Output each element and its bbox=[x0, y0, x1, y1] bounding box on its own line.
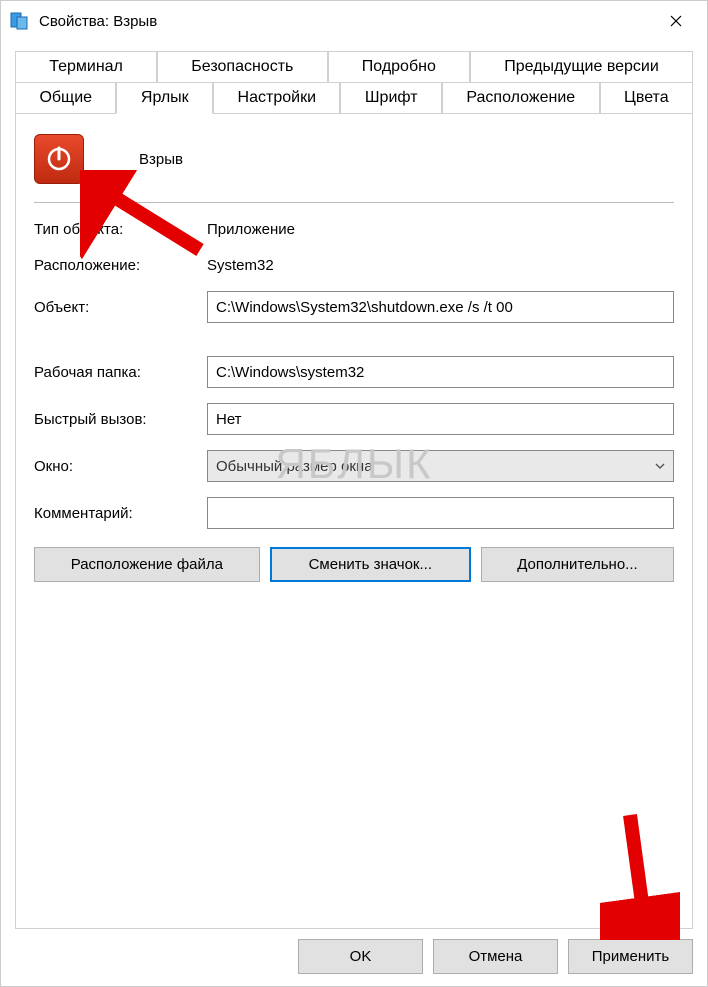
tab-terminal[interactable]: Терминал bbox=[15, 51, 157, 83]
target-input[interactable] bbox=[207, 291, 674, 323]
change-icon-button[interactable]: Сменить значок... bbox=[270, 547, 471, 582]
location-label: Расположение: bbox=[34, 257, 199, 274]
tab-strip: Терминал Безопасность Подробно Предыдущи… bbox=[15, 51, 693, 113]
run-select-value: Обычный размер окна bbox=[216, 458, 373, 475]
advanced-button[interactable]: Дополнительно... bbox=[481, 547, 674, 582]
target-label: Объект: bbox=[34, 299, 199, 316]
tab-previous-versions[interactable]: Предыдущие версии bbox=[470, 51, 693, 83]
tab-layout[interactable]: Расположение bbox=[442, 82, 600, 114]
content-area: Терминал Безопасность Подробно Предыдущи… bbox=[1, 41, 707, 986]
power-icon bbox=[44, 144, 74, 174]
titlebar: Свойства: Взрыв bbox=[1, 1, 707, 41]
workdir-input[interactable] bbox=[207, 356, 674, 388]
tab-details[interactable]: Подробно bbox=[328, 51, 470, 83]
hotkey-label: Быстрый вызов: bbox=[34, 411, 199, 428]
run-select[interactable]: Обычный размер окна bbox=[207, 450, 674, 482]
tab-font[interactable]: Шрифт bbox=[340, 82, 442, 114]
properties-window: Свойства: Взрыв Терминал Безопасность По… bbox=[0, 0, 708, 987]
hotkey-input[interactable] bbox=[207, 403, 674, 435]
shortcut-name: Взрыв bbox=[139, 151, 183, 168]
tab-panel-shortcut: Взрыв Тип объекта: Приложение Расположен… bbox=[15, 113, 693, 929]
app-icon bbox=[9, 11, 29, 31]
location-value: System32 bbox=[207, 255, 274, 276]
tab-security[interactable]: Безопасность bbox=[157, 51, 327, 83]
close-icon bbox=[670, 15, 682, 27]
apply-button[interactable]: Применить bbox=[568, 939, 693, 974]
dialog-buttons: OK Отмена Применить bbox=[15, 939, 693, 974]
comment-input[interactable] bbox=[207, 497, 674, 529]
run-label: Окно: bbox=[34, 458, 199, 475]
chevron-down-icon bbox=[655, 463, 665, 469]
type-label: Тип объекта: bbox=[34, 221, 199, 238]
open-location-button[interactable]: Расположение файла bbox=[34, 547, 260, 582]
shortcut-icon bbox=[34, 134, 84, 184]
window-title: Свойства: Взрыв bbox=[39, 13, 653, 30]
tab-shortcut[interactable]: Ярлык bbox=[116, 82, 213, 114]
workdir-label: Рабочая папка: bbox=[34, 364, 199, 381]
tab-general[interactable]: Общие bbox=[15, 82, 116, 114]
tab-options[interactable]: Настройки bbox=[213, 82, 340, 114]
cancel-button[interactable]: Отмена bbox=[433, 939, 558, 974]
tab-colors[interactable]: Цвета bbox=[600, 82, 693, 114]
close-button[interactable] bbox=[653, 5, 699, 37]
comment-label: Комментарий: bbox=[34, 505, 199, 522]
type-value: Приложение bbox=[207, 219, 295, 240]
ok-button[interactable]: OK bbox=[298, 939, 423, 974]
